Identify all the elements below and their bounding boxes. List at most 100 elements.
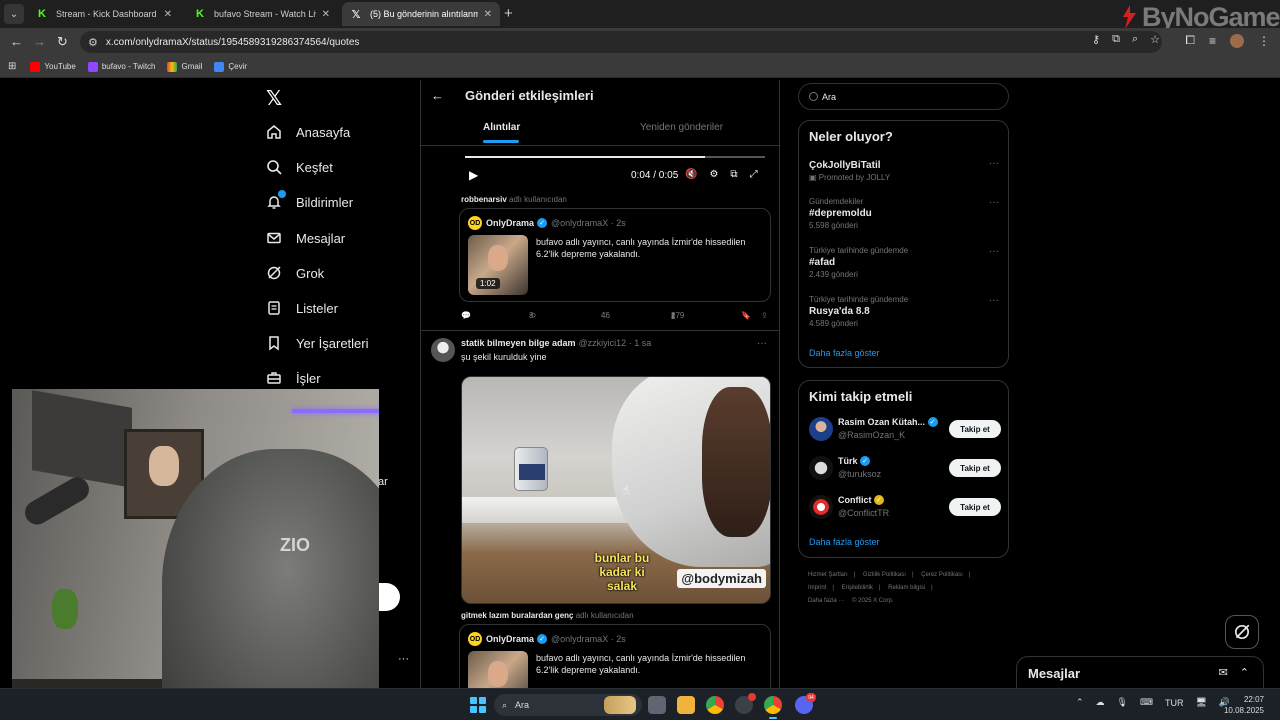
- expand-chevron-icon[interactable]: ⌃: [1240, 666, 1249, 679]
- settings-gear-icon[interactable]: ⚙: [709, 169, 718, 180]
- footer-link[interactable]: Daha fazla ···: [808, 598, 844, 604]
- reload-icon[interactable]: ↻: [57, 34, 68, 50]
- x-logo-icon[interactable]: 𝕏: [266, 86, 282, 111]
- chrome-menu-icon[interactable]: ⋮: [1258, 34, 1270, 48]
- tab-quotes[interactable]: Alıntılar: [483, 122, 520, 133]
- tab-bufavo-stream[interactable]: K bufavo Stream - Watch Live on ✕: [186, 2, 338, 26]
- file-explorer-icon[interactable]: [677, 696, 695, 714]
- trends-show-more-link[interactable]: Daha fazla göster: [809, 348, 880, 358]
- reply-context-user[interactable]: robbenarsiv: [461, 195, 507, 204]
- more-options-icon[interactable]: ···: [989, 197, 999, 208]
- follow-button[interactable]: Takip et: [949, 459, 1001, 477]
- nav-jobs[interactable]: İşler: [266, 370, 321, 386]
- trend-item[interactable]: Gündemdekiler #depremoldu 5.598 gönderi …: [809, 197, 999, 230]
- share-icon[interactable]: ⇪: [761, 311, 768, 320]
- messages-drawer[interactable]: Mesajlar ✉ ⌃: [1016, 656, 1264, 690]
- close-tab-icon[interactable]: ✕: [484, 9, 492, 20]
- mute-icon[interactable]: 🔇: [685, 169, 697, 180]
- nav-lists[interactable]: Listeler: [266, 300, 338, 316]
- site-info-icon[interactable]: ⚙: [88, 36, 98, 49]
- grok-floating-button[interactable]: [1225, 615, 1259, 649]
- play-icon[interactable]: ▶: [469, 168, 478, 182]
- quoted-video-thumbnail[interactable]: [468, 651, 528, 688]
- nav-grok[interactable]: Grok: [266, 265, 324, 281]
- follow-suggestion[interactable]: Rasim Ozan Kütah... ✓ @RasimOzan_K Takip…: [809, 415, 1001, 443]
- more-options-icon[interactable]: ···: [989, 246, 999, 257]
- password-key-icon[interactable]: ⚷: [1092, 33, 1100, 46]
- extensions-icon[interactable]: ⧠: [1185, 33, 1195, 48]
- pip-icon[interactable]: ⧉: [730, 169, 737, 180]
- tab-x-quotes[interactable]: 𝕏 (5) Bu gönderinin alıntılanm ✕: [342, 2, 500, 26]
- compose-message-icon[interactable]: ✉: [1219, 666, 1228, 679]
- nav-messages[interactable]: Mesajlar: [266, 230, 345, 246]
- new-tab-button[interactable]: +: [504, 5, 513, 22]
- bookmark-gmail[interactable]: Gmail: [167, 61, 202, 72]
- taskbar-clock[interactable]: 22:07 10.08.2025: [1222, 694, 1264, 716]
- bookmark-translate[interactable]: Çevir: [214, 61, 247, 72]
- chrome-active-icon[interactable]: [764, 696, 782, 719]
- trend-item[interactable]: Türkiye tarihinde gündemde #afad 2.439 g…: [809, 246, 999, 279]
- avatar[interactable]: [431, 338, 455, 362]
- nav-bookmarks[interactable]: Yer İşaretleri: [266, 335, 369, 351]
- fullscreen-icon[interactable]: ⤢: [750, 169, 758, 180]
- zoom-icon[interactable]: ⌕: [1132, 33, 1138, 46]
- close-tab-icon[interactable]: ✕: [322, 9, 330, 20]
- onedrive-cloud-icon[interactable]: ☁: [1096, 697, 1105, 708]
- nav-notifications[interactable]: Bildirimler: [266, 190, 353, 210]
- nav-home[interactable]: Anasayfa: [266, 124, 350, 140]
- network-icon[interactable]: 🖥: [1195, 697, 1206, 708]
- more-options-icon[interactable]: ···: [989, 158, 999, 169]
- microphone-icon[interactable]: 🎙: [1117, 697, 1128, 708]
- footer-link[interactable]: Reklam bilgisi: [888, 585, 925, 591]
- chrome-icon[interactable]: [706, 696, 724, 714]
- trend-item[interactable]: Türkiye tarihinde gündemde Rusya'da 8.8 …: [809, 295, 999, 328]
- post-video[interactable]: bunlar bu kadar ki salak @bodymizah ☝: [461, 376, 771, 604]
- follow-button[interactable]: Takip et: [949, 498, 1001, 516]
- keyboard-icon[interactable]: ⌨: [1140, 697, 1153, 708]
- footer-link[interactable]: Hizmet Şartları: [808, 572, 848, 578]
- reply-icon[interactable]: 💬: [461, 311, 471, 320]
- apps-grid-icon[interactable]: ⊞: [8, 61, 16, 72]
- author-name[interactable]: statik bilmeyen bilge adam: [461, 338, 576, 348]
- more-options-icon[interactable]: ···: [757, 338, 767, 349]
- more-dots-icon[interactable]: ···: [398, 653, 409, 665]
- install-app-icon[interactable]: ⧉: [1112, 33, 1120, 46]
- nav-explore[interactable]: Keşfet: [266, 159, 333, 175]
- windows-start-icon[interactable]: [470, 697, 486, 713]
- bookmark-icon[interactable]: 🔖: [741, 311, 751, 320]
- footer-link[interactable]: Imprint: [808, 585, 826, 591]
- profile-avatar[interactable]: [1230, 33, 1244, 48]
- taskbar-search[interactable]: ⌕ Ara: [494, 694, 642, 716]
- follow-suggestion[interactable]: Conflict ✓ @ConflictTR Takip et: [809, 493, 1001, 521]
- footer-link[interactable]: Erişilebilirlik: [842, 585, 873, 591]
- trend-item[interactable]: ÇokJollyBiTatil ▣ Promoted by JOLLY ···: [809, 158, 999, 182]
- back-arrow-icon[interactable]: ←: [431, 88, 444, 103]
- bookmark-youtube[interactable]: YouTube: [30, 61, 76, 72]
- footer-link[interactable]: Gizlilik Politikası: [863, 572, 906, 578]
- reply-context-user[interactable]: gitmek lazım buralardan genç: [461, 611, 573, 620]
- reading-list-icon[interactable]: ≡: [1209, 34, 1216, 48]
- discord-icon[interactable]: 94: [795, 693, 816, 714]
- close-tab-icon[interactable]: ✕: [164, 9, 172, 20]
- bookmark-star-icon[interactable]: ☆: [1150, 33, 1160, 46]
- video-progress-bar[interactable]: [465, 156, 765, 158]
- obs-icon[interactable]: [735, 693, 756, 714]
- quoted-video-thumbnail[interactable]: 1:02: [468, 235, 528, 295]
- tab-search-button[interactable]: ⌄: [4, 4, 24, 24]
- quoted-post-card[interactable]: OD OnlyDrama ✓ @onlydramaX · 2s 1:02 buf…: [459, 208, 771, 302]
- back-icon[interactable]: ←: [10, 34, 23, 49]
- tab-kick-dashboard[interactable]: K Stream - Kick Dashboard ✕: [28, 2, 180, 26]
- language-indicator[interactable]: TUR: [1165, 698, 1184, 708]
- tab-reposts[interactable]: Yeniden gönderiler: [640, 122, 723, 133]
- bookmark-twitch[interactable]: bufavo - Twitch: [87, 61, 155, 72]
- more-options-icon[interactable]: ···: [989, 295, 999, 306]
- forward-icon[interactable]: →: [33, 34, 46, 49]
- footer-link[interactable]: Çerez Politikası: [921, 572, 963, 578]
- tray-chevron-icon[interactable]: ⌃: [1076, 697, 1084, 708]
- quoted-post-card[interactable]: OD OnlyDrama ✓ @onlydramaX · 2s bufavo a…: [459, 624, 771, 688]
- url-text[interactable]: x.com/onlydramaX/status/1954589319286374…: [106, 37, 360, 48]
- follow-show-more-link[interactable]: Daha fazla göster: [809, 537, 880, 547]
- follow-button[interactable]: Takip et: [949, 420, 1001, 438]
- follow-suggestion[interactable]: Türk ✓ @turuksoz Takip et: [809, 454, 1001, 482]
- search-input[interactable]: Ara: [798, 83, 1009, 110]
